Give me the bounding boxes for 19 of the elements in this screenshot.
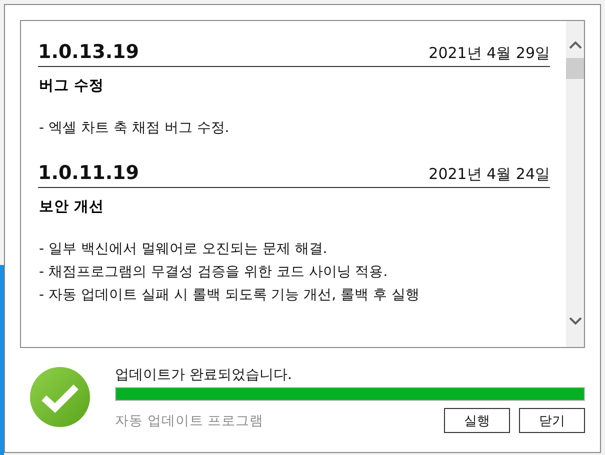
- section-title: 보안 개선: [38, 198, 106, 216]
- close-button[interactable]: 닫기: [519, 408, 585, 433]
- version-number: 1.0.13.19: [38, 41, 139, 63]
- change-item: - 엑셀 차트 축 채점 버그 수정.: [38, 119, 230, 138]
- change-item: - 채점프로그램의 무결성 검증을 위한 코드 사이닝 적용.: [38, 263, 389, 282]
- release-date: 2021년 4월 29일: [428, 44, 550, 63]
- section-title: 버그 수정: [38, 77, 106, 95]
- release-date: 2021년 4월 24일: [428, 165, 550, 184]
- change-item: - 일부 백신에서 멀웨어로 오진되는 문제 해결.: [38, 240, 328, 259]
- scrollbar[interactable]: [566, 21, 584, 347]
- version-number: 1.0.11.19: [38, 162, 139, 184]
- success-check-icon: [29, 366, 91, 428]
- program-name: 자동 업데이트 프로그램: [115, 412, 264, 430]
- scroll-up-icon[interactable]: [568, 41, 582, 49]
- change-item: - 자동 업데이트 실패 시 롤백 되도록 기능 개선, 롤백 후 실행: [38, 286, 420, 305]
- scroll-thumb[interactable]: [566, 58, 584, 79]
- run-button[interactable]: 실행: [444, 408, 510, 433]
- scroll-down-icon[interactable]: [568, 317, 582, 325]
- status-message: 업데이트가 완료되었습니다.: [115, 366, 293, 385]
